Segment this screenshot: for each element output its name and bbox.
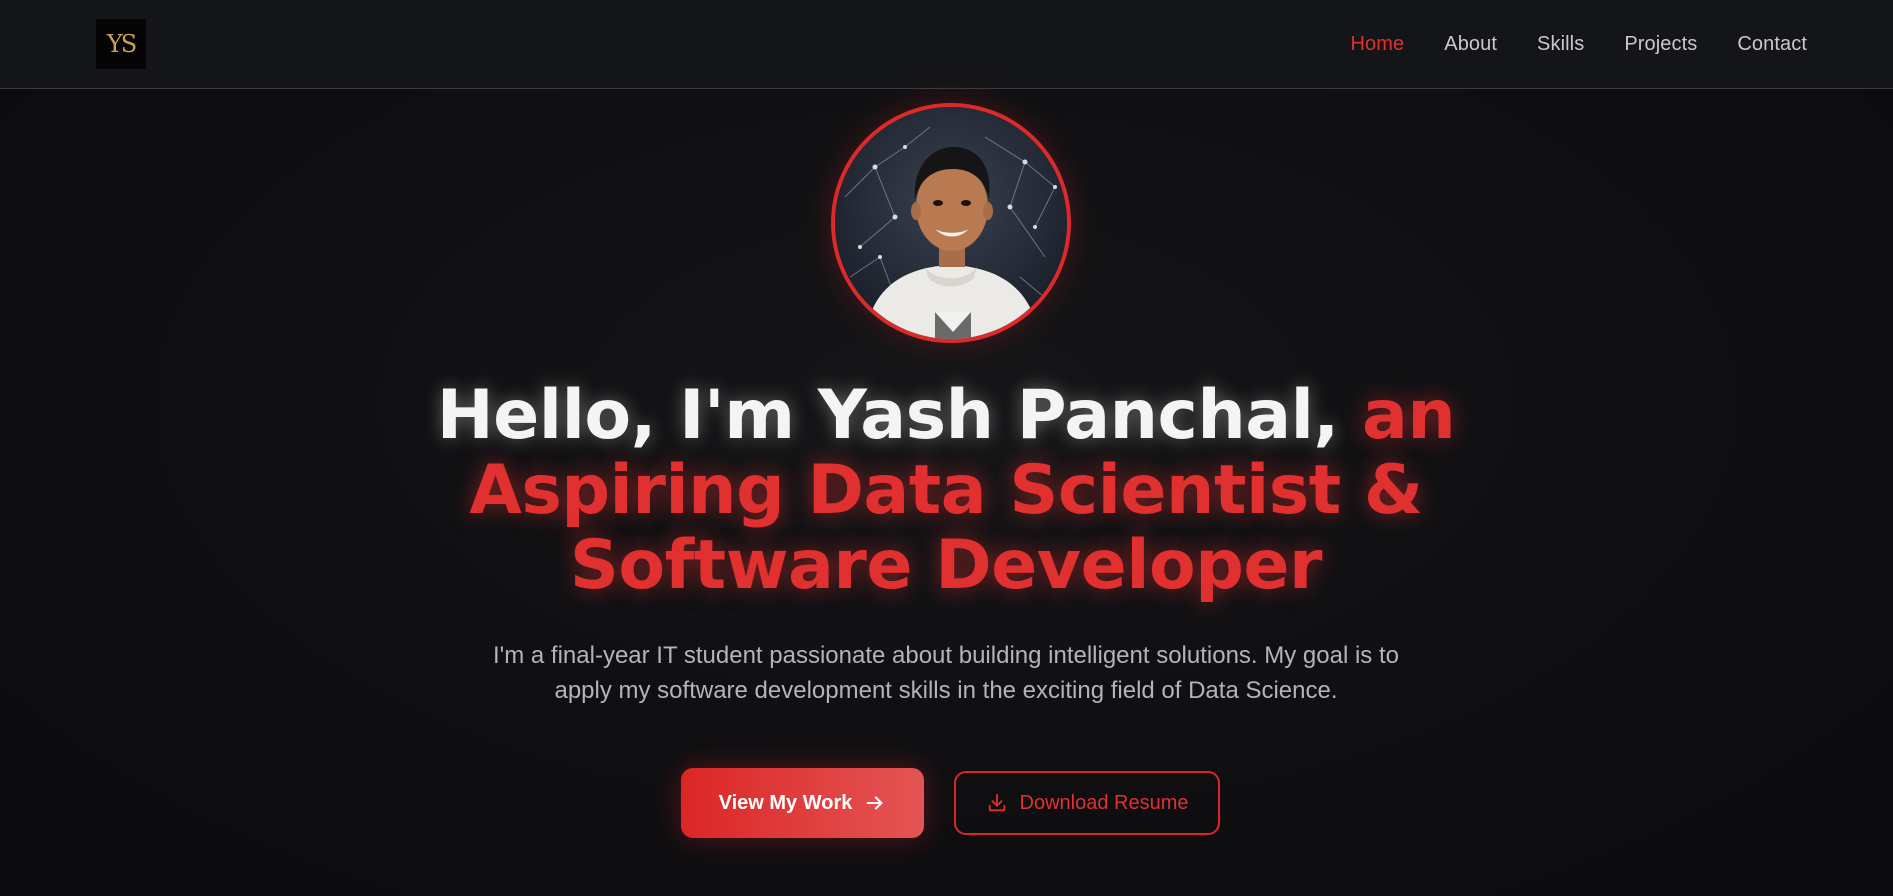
page: YS Home About Skills Projects Contact He…	[0, 0, 1893, 896]
hero-headline: Hello, I'm Yash Panchal, an Aspiring Dat…	[346, 378, 1546, 603]
headline-role-1: Aspiring Data Scientist &	[469, 451, 1423, 530]
navbar: YS Home About Skills Projects Contact	[0, 0, 1893, 89]
nav-link-contact[interactable]: Contact	[1737, 33, 1807, 56]
nav-links: Home About Skills Projects Contact	[1351, 0, 1807, 88]
profile-avatar	[831, 103, 1071, 343]
arrow-right-icon	[864, 792, 886, 814]
logo-mark: YS	[106, 30, 138, 58]
download-resume-label: Download Resume	[1019, 791, 1189, 814]
subtitle-line-1: I'm a final-year IT student passionate a…	[493, 642, 1399, 669]
subtitle-line-2: apply my software development skills in …	[554, 677, 1338, 704]
svg-text:YS: YS	[106, 30, 136, 58]
headline-role-2: Software Developer	[569, 526, 1323, 605]
view-my-work-label: View My Work	[718, 791, 853, 814]
nav-link-about[interactable]: About	[1444, 33, 1497, 56]
hero-subtitle: I'm a final-year IT student passionate a…	[446, 638, 1446, 708]
download-icon	[986, 792, 1008, 814]
nav-link-skills[interactable]: Skills	[1537, 33, 1584, 56]
headline-an: an	[1361, 376, 1456, 455]
profile-photo	[835, 107, 1067, 339]
nav-link-home[interactable]: Home	[1351, 33, 1405, 56]
download-resume-button[interactable]: Download Resume	[954, 771, 1220, 835]
headline-greeting: Hello, I'm Yash Panchal,	[436, 376, 1340, 455]
logo[interactable]: YS	[96, 19, 146, 69]
nav-link-projects[interactable]: Projects	[1624, 33, 1697, 56]
view-my-work-button[interactable]: View My Work	[681, 768, 924, 838]
